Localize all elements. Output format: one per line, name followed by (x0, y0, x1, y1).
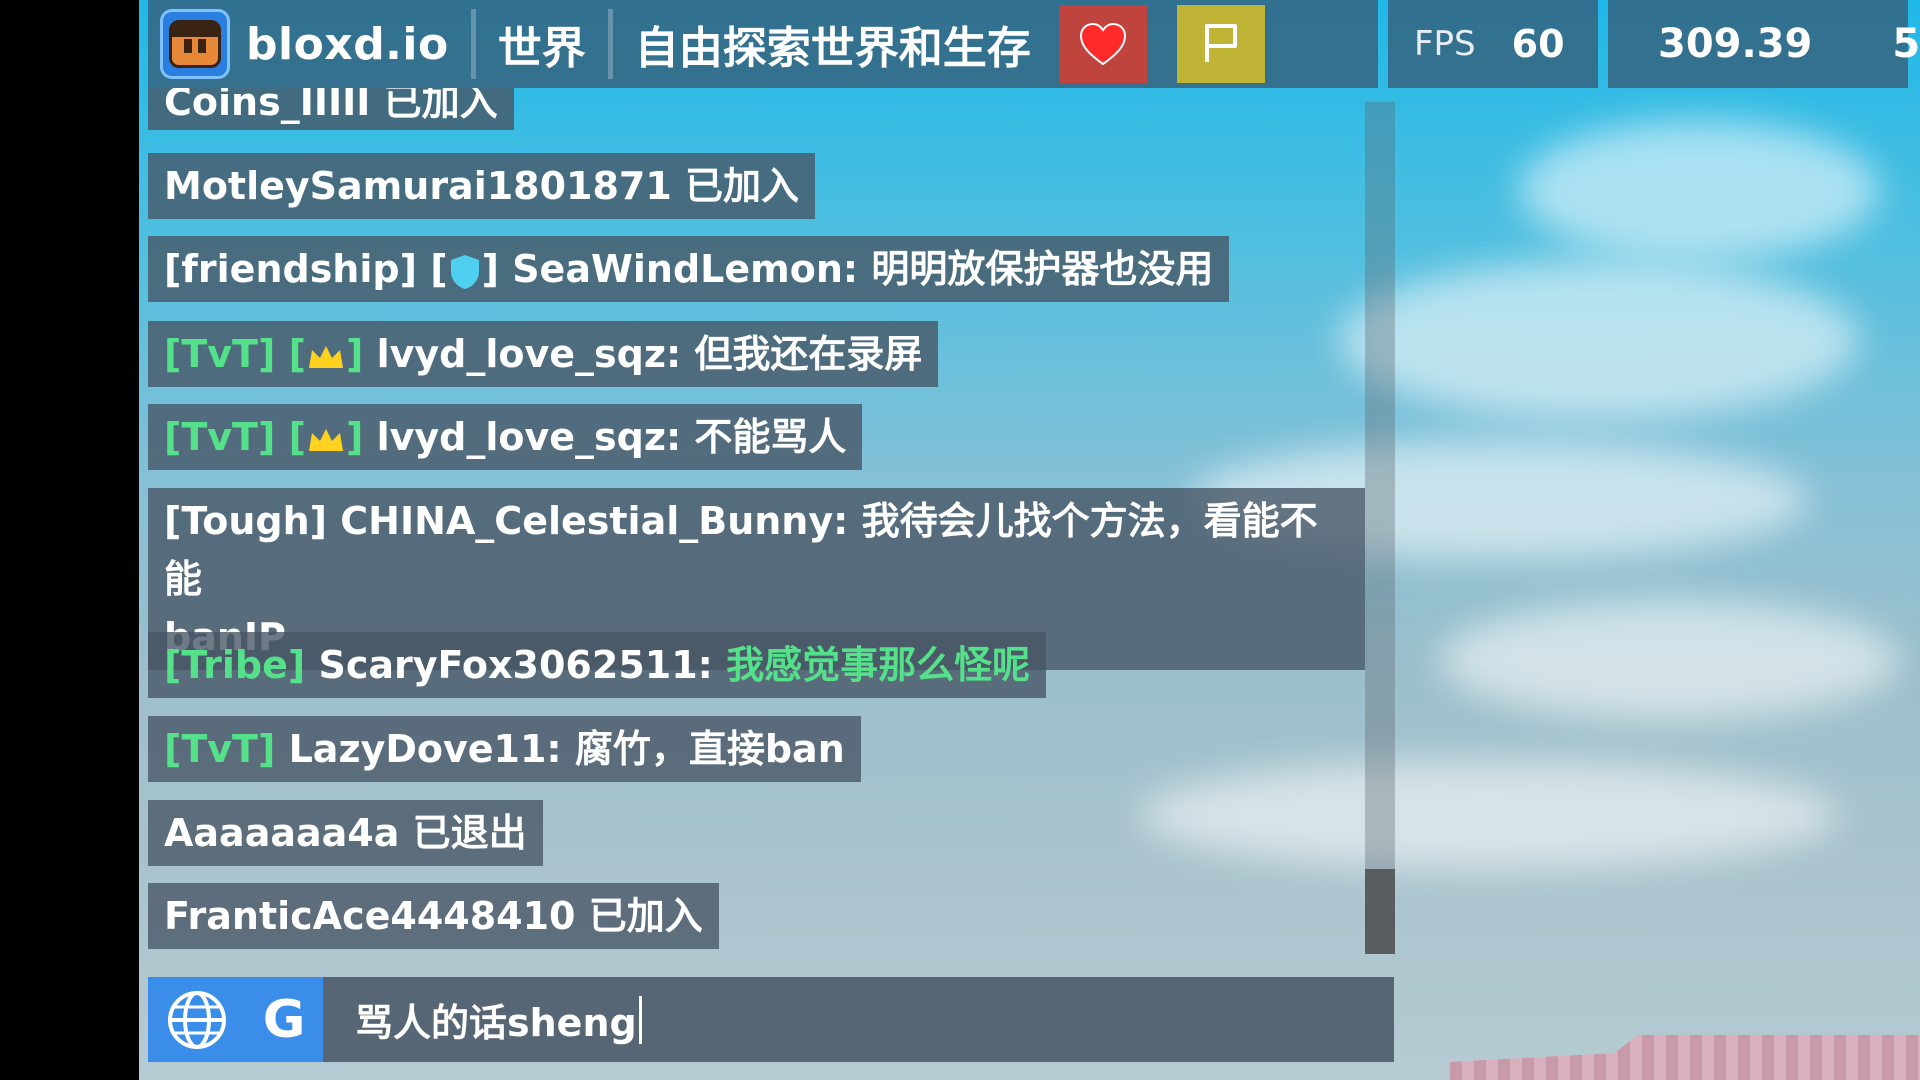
cloud (1339, 260, 1859, 420)
translate-g-icon[interactable]: G (263, 990, 306, 1050)
system-text: FranticAce4448410 已加入 (164, 894, 703, 938)
top-bar: bloxd.io 世界 自由探索世界和生存 FPS 60 309.39 56 (148, 0, 1920, 88)
globe-icon[interactable] (166, 989, 228, 1051)
message-body: 腐竹，直接ban (574, 727, 845, 771)
world-label: 世界 (497, 23, 586, 74)
top-bar-main: bloxd.io 世界 自由探索世界和生存 (148, 0, 1378, 88)
player-name[interactable]: lvyd_love_sqz: (377, 332, 682, 376)
like-button[interactable] (1058, 5, 1147, 83)
bloxd-logo-icon[interactable] (160, 9, 230, 79)
logo-eye-left (184, 39, 192, 53)
message-body: 不能骂人 (694, 415, 847, 459)
chat-tag: [TvT] (164, 727, 276, 771)
chat-tag: [TvT] (164, 415, 276, 459)
fps-counter: FPS 60 (1388, 0, 1598, 88)
system-text: MotleySamurai1801871 已加入 (164, 164, 800, 208)
chat-message: [TvT] LazyDove11: 腐竹，直接ban (148, 716, 861, 782)
crown-icon (308, 428, 343, 451)
report-button[interactable] (1176, 5, 1265, 83)
brand-name[interactable]: bloxd.io (246, 19, 449, 70)
coordinates-display: 309.39 56 (1608, 0, 1920, 88)
message-body: 明明放保护器也没用 (871, 247, 1214, 291)
badge: [] (288, 415, 364, 459)
flag-icon (1204, 24, 1237, 62)
chat-message: MotleySamurai1801871 已加入 (148, 153, 816, 219)
chat-scrollbar[interactable] (1365, 102, 1395, 954)
coord-y: 56 (1892, 21, 1920, 67)
logo-eye-right (198, 39, 206, 53)
cloud (1439, 600, 1899, 720)
player-name[interactable]: LazyDove11: (289, 727, 562, 771)
chat-tag: [TvT] (164, 332, 276, 376)
coord-x: 309.39 (1658, 21, 1813, 67)
message-body: 但我还在录屏 (694, 332, 923, 376)
logo-face (169, 20, 221, 68)
shield-icon (450, 254, 479, 289)
chat-scroll-thumb[interactable] (1365, 869, 1395, 954)
chat-message: [friendship] [] SeaWindLemon: 明明放保护器也没用 (148, 236, 1230, 302)
game-mode-label: 自由探索世界和生存 (634, 23, 1031, 74)
chat-message: [Tribe] ScaryFox3062511: 我感觉事那么怪呢 (148, 632, 1047, 698)
language-selector[interactable]: G (148, 977, 323, 1062)
chat-input-row: G 骂人的话sheng (148, 977, 1394, 1062)
player-name[interactable]: SeaWindLemon: (512, 247, 858, 291)
chat-message: Coins_IIIII 已加入 (148, 88, 514, 130)
chat-input-value: 骂人的话sheng (355, 1001, 637, 1045)
fps-value: 60 (1511, 22, 1565, 66)
logo-hair (172, 23, 218, 37)
player-name[interactable]: lvyd_love_sqz: (377, 415, 682, 459)
fps-label: FPS (1414, 24, 1476, 64)
chat-log[interactable]: Coins_IIIII 已加入 MotleySamurai1801871 已加入… (148, 88, 1398, 961)
message-body: 我感觉事那么怪呢 (726, 643, 1031, 687)
heart-icon (1079, 22, 1126, 66)
player-name[interactable]: ScaryFox3062511: (318, 643, 712, 687)
chat-message: Aaaaaaa4a 已退出 (148, 800, 543, 866)
divider (470, 9, 476, 79)
left-letterbox (0, 0, 139, 1080)
chat-tag: [Tough] (164, 499, 328, 543)
chat-tag: [friendship] (164, 247, 417, 291)
text-caret (638, 995, 642, 1044)
chat-input[interactable]: 骂人的话sheng (323, 977, 1394, 1062)
cloud (1519, 120, 1879, 260)
badge: [] (288, 332, 364, 376)
system-text: Aaaaaaa4a 已退出 (164, 811, 527, 855)
terrain-blocks (1450, 1035, 1920, 1080)
chat-message: [TvT] [] lvyd_love_sqz: 不能骂人 (148, 404, 863, 470)
chat-tag: [Tribe] (164, 643, 306, 687)
badge: [] (430, 247, 499, 291)
chat-message: FranticAce4448410 已加入 (148, 883, 719, 949)
chat-message: [TvT] [] lvyd_love_sqz: 但我还在录屏 (148, 321, 939, 387)
crown-icon (308, 345, 343, 368)
divider (607, 9, 613, 79)
player-name[interactable]: CHINA_Celestial_Bunny: (340, 499, 848, 543)
system-text: Coins_IIIII 已加入 (164, 88, 498, 124)
